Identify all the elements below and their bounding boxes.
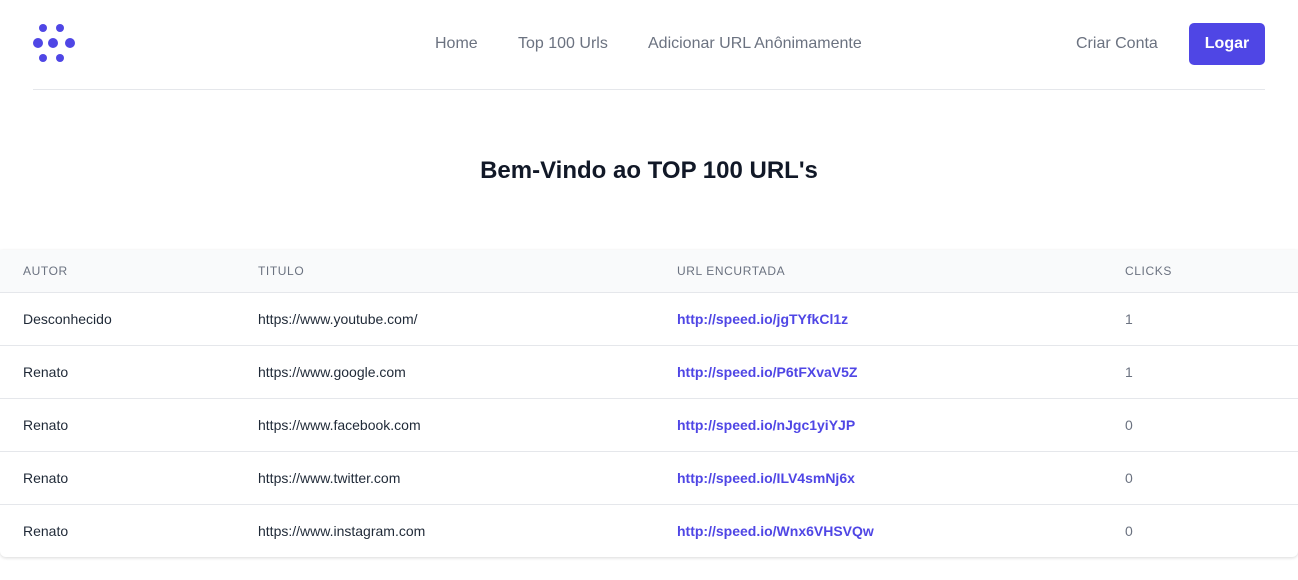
column-header-title: TITULO <box>258 250 677 293</box>
author-cell: Renato <box>23 416 69 433</box>
title-cell: https://www.google.com <box>258 363 406 380</box>
clicks-cell: 0 <box>1125 469 1133 486</box>
nav-add-url-anonymous-link[interactable]: Adicionar URL Anônimamente <box>648 34 862 54</box>
clicks-cell: 0 <box>1125 522 1133 539</box>
column-header-short-url: URL ENCURTADA <box>677 250 1125 293</box>
clicks-cell: 1 <box>1125 310 1133 327</box>
urls-table-container: AUTOR TITULO URL ENCURTADA CLICKS Descon… <box>0 250 1298 557</box>
table-row: Desconhecido https://www.youtube.com/ ht… <box>0 292 1298 345</box>
short-url-link[interactable]: http://speed.io/nJgc1yiYJP <box>677 398 1125 451</box>
author-cell: Renato <box>23 522 69 539</box>
table-row: Renato https://www.facebook.com http://s… <box>0 398 1298 451</box>
short-url-link[interactable]: http://speed.io/ILV4smNj6x <box>677 451 1125 504</box>
column-header-clicks: CLICKS <box>1125 250 1298 293</box>
clicks-cell: 1 <box>1125 363 1133 380</box>
table-row: Renato https://www.instagram.com http://… <box>0 504 1298 557</box>
top-navbar: Home Top 100 Urls Adicionar URL Anônimam… <box>33 0 1265 90</box>
nav-home-link[interactable]: Home <box>435 34 478 54</box>
table-row: Renato https://www.google.com http://spe… <box>0 345 1298 398</box>
page-title: Bem-Vindo ao TOP 100 URL's <box>480 157 818 184</box>
short-url-link[interactable]: http://speed.io/Wnx6VHSVQw <box>677 504 1125 557</box>
urls-table: AUTOR TITULO URL ENCURTADA CLICKS Descon… <box>0 250 1298 557</box>
short-url-link[interactable]: http://speed.io/P6tFXvaV5Z <box>677 345 1125 398</box>
title-cell: https://www.youtube.com/ <box>258 310 418 327</box>
create-account-link[interactable]: Criar Conta <box>1076 34 1158 54</box>
short-url-link[interactable]: http://speed.io/jgTYfkCl1z <box>677 292 1125 345</box>
table-row: Renato https://www.twitter.com http://sp… <box>0 451 1298 504</box>
author-cell: Renato <box>23 363 69 380</box>
author-cell: Desconhecido <box>23 310 112 327</box>
login-button[interactable]: Logar <box>1189 23 1265 65</box>
title-cell: https://www.instagram.com <box>258 522 426 539</box>
nav-top-100-link[interactable]: Top 100 Urls <box>518 34 608 54</box>
title-cell: https://www.facebook.com <box>258 416 421 433</box>
column-header-author: AUTOR <box>0 250 258 293</box>
clicks-cell: 0 <box>1125 416 1133 433</box>
table-header-row: AUTOR TITULO URL ENCURTADA CLICKS <box>0 250 1298 293</box>
author-cell: Renato <box>23 469 69 486</box>
title-cell: https://www.twitter.com <box>258 469 401 486</box>
